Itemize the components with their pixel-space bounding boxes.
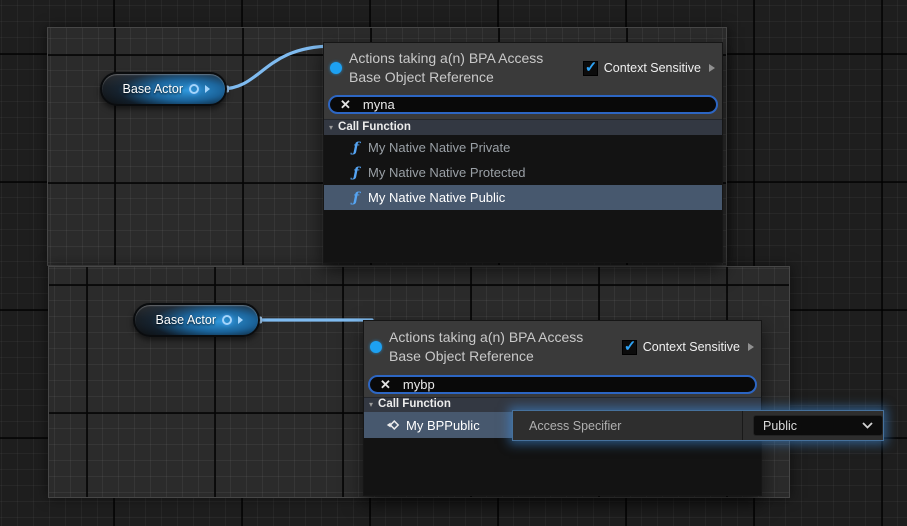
menu-header: Actions taking a(n) BPA Access Base Obje… [324, 43, 722, 93]
search-input[interactable]: ✕ myna [328, 95, 718, 114]
collapse-triangle-icon[interactable]: ▾ [329, 124, 333, 132]
node-label: Base Actor [156, 313, 216, 327]
menu-item-label: My BPPublic [406, 418, 480, 433]
checkmark-icon: ✓ [585, 58, 598, 76]
clear-search-icon[interactable]: ✕ [340, 98, 351, 111]
menu-title: Actions taking a(n) BPA Access Base Obje… [389, 328, 622, 366]
context-sensitive-group: ✓ Context Sensitive [622, 340, 754, 355]
separator [742, 411, 743, 440]
category-label: Call Function [338, 122, 411, 134]
chevron-right-icon[interactable] [748, 343, 754, 351]
search-input[interactable]: ✕ mybp [368, 375, 757, 394]
menu-header: Actions taking a(n) BPA Access Base Obje… [364, 321, 761, 373]
node-label: Base Actor [123, 82, 183, 96]
pin-arrow-icon [205, 85, 210, 93]
access-specifier-label: Access Specifier [513, 419, 742, 433]
context-sensitive-label: Context Sensitive [604, 61, 701, 75]
category-header-call-function[interactable]: ▾ Call Function [324, 119, 722, 135]
category-label: Call Function [378, 399, 451, 411]
menu-item-my-native-native-protected[interactable]: ƒ My Native Native Protected [324, 160, 722, 185]
access-specifier-dropdown[interactable]: Public [753, 415, 883, 436]
search-value: mybp [403, 378, 435, 391]
chevron-down-icon [862, 422, 873, 429]
action-menu-bottom: Actions taking a(n) BPA Access Base Obje… [363, 320, 762, 496]
context-sensitive-checkbox[interactable]: ✓ [583, 61, 598, 76]
menu-item-label: My Native Native Private [368, 140, 510, 155]
menu-title-line1: Actions taking a(n) BPA Access [349, 49, 583, 68]
pin-arrow-icon [238, 316, 243, 324]
context-sensitive-checkbox[interactable]: ✓ [622, 340, 637, 355]
checkmark-icon: ✓ [624, 337, 637, 355]
action-menu-top: Actions taking a(n) BPA Access Base Obje… [323, 42, 723, 263]
blueprint-function-icon [386, 418, 400, 432]
function-icon: ƒ [353, 141, 359, 155]
menu-item-my-native-native-public[interactable]: ƒ My Native Native Public [324, 185, 722, 210]
object-reference-dot-icon [330, 62, 342, 74]
collapse-triangle-icon[interactable]: ▾ [369, 401, 373, 409]
chevron-right-icon[interactable] [709, 64, 715, 72]
dropdown-value: Public [763, 419, 797, 433]
object-output-pin-icon[interactable] [189, 84, 199, 94]
search-value: myna [363, 98, 395, 111]
context-sensitive-group: ✓ Context Sensitive [583, 61, 715, 76]
base-actor-node-top[interactable]: Base Actor [100, 72, 227, 106]
object-output-pin-icon[interactable] [222, 315, 232, 325]
menu-list: ƒ My Native Native Private ƒ My Native N… [324, 135, 722, 262]
function-icon: ƒ [353, 166, 359, 180]
search-row: ✕ mybp [364, 373, 761, 397]
function-icon: ƒ [353, 191, 359, 205]
access-specifier-panel: Access Specifier Public [512, 410, 884, 441]
base-actor-node-bottom[interactable]: Base Actor [133, 303, 260, 337]
menu-item-label: My Native Native Public [368, 190, 505, 205]
object-reference-dot-icon [370, 341, 382, 353]
clear-search-icon[interactable]: ✕ [380, 378, 391, 391]
menu-title: Actions taking a(n) BPA Access Base Obje… [349, 49, 583, 87]
menu-item-label: My Native Native Protected [368, 165, 526, 180]
context-sensitive-label: Context Sensitive [643, 340, 740, 354]
menu-title-line2: Base Object Reference [349, 68, 583, 87]
menu-item-my-native-native-private[interactable]: ƒ My Native Native Private [324, 135, 722, 160]
search-row: ✕ myna [324, 93, 722, 119]
menu-title-line2: Base Object Reference [389, 347, 622, 366]
menu-title-line1: Actions taking a(n) BPA Access [389, 328, 622, 347]
